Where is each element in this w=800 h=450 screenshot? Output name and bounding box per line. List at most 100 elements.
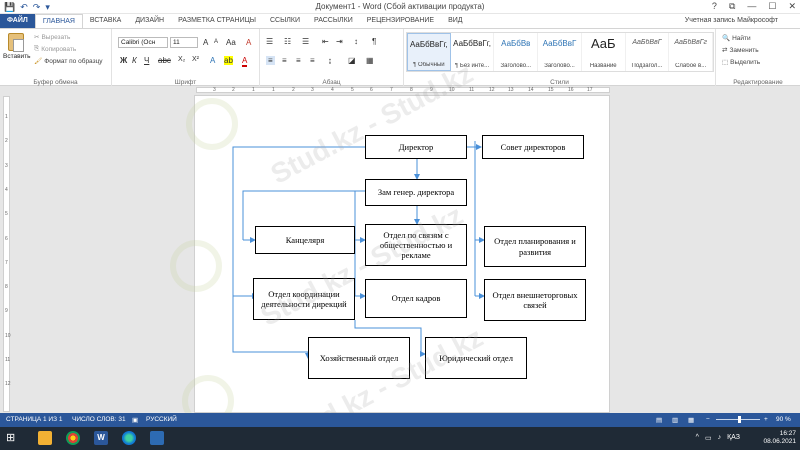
keyboard-language[interactable]: ҚАЗ (727, 434, 740, 442)
font-size-combo[interactable]: 11 (170, 37, 198, 48)
tab-design[interactable]: ДИЗАЙН (128, 14, 171, 28)
org-box-pr[interactable]: Отдел по связям с общественностью и рекл… (365, 224, 467, 266)
copy-button[interactable]: ⎘ Копировать (34, 45, 76, 53)
grow-font-icon[interactable]: A (203, 38, 208, 47)
tab-review[interactable]: РЕЦЕНЗИРОВАНИЕ (360, 14, 441, 28)
org-box-board[interactable]: Совет директоров (482, 135, 584, 159)
ribbon-display-button[interactable]: ⧉ (729, 1, 735, 12)
style-preview: АаБбВвГ (632, 39, 662, 46)
minimize-button[interactable]: — (747, 1, 756, 12)
word-icon[interactable]: W (94, 431, 108, 445)
style-subtle-emphasis[interactable]: АаБбВвГг Слабое в... (669, 33, 714, 71)
proofing-icon[interactable]: ▣ (132, 416, 138, 424)
tab-layout[interactable]: РАЗМЕТКА СТРАНИЦЫ (171, 14, 263, 28)
borders-icon[interactable]: ▦ (366, 56, 374, 65)
remote-desktop-icon[interactable] (150, 431, 164, 445)
network-icon[interactable]: ▭ (705, 434, 712, 442)
bullets-icon[interactable]: ☰ (266, 37, 273, 46)
highlight-icon[interactable]: ab (224, 56, 233, 65)
zoom-slider-thumb[interactable] (738, 416, 741, 423)
strikethrough-icon[interactable]: abc (158, 56, 171, 65)
clear-formatting-icon[interactable]: A (246, 38, 251, 47)
text-effects-icon[interactable]: A (210, 56, 215, 65)
tab-view[interactable]: ВИД (441, 14, 469, 28)
org-box-office[interactable]: Канцеляря (255, 226, 355, 254)
close-button[interactable]: ✕ (788, 1, 796, 12)
maximize-button[interactable]: ☐ (768, 1, 776, 12)
org-box-deputy[interactable]: Зам генер. директора (365, 179, 467, 206)
superscript-icon[interactable]: X² (192, 56, 199, 63)
tab-mailings[interactable]: РАССЫЛКИ (307, 14, 360, 28)
style-heading-2[interactable]: АаБбВвГ Заголово... (538, 33, 582, 71)
shading-icon[interactable]: ◪ (348, 56, 356, 65)
replace-button[interactable]: ⇄ Заменить (722, 46, 759, 55)
page-count[interactable]: СТРАНИЦА 1 ИЗ 1 (6, 416, 62, 423)
read-mode-icon[interactable]: ▤ (656, 416, 662, 424)
align-center-icon[interactable]: ≡ (282, 56, 287, 65)
windows-start-icon[interactable]: ⊞ (6, 431, 20, 445)
sort-icon[interactable]: ↕ (354, 37, 358, 46)
style-name: Заголово... (544, 63, 575, 69)
zoom-out-button[interactable]: − (706, 416, 710, 423)
tab-references[interactable]: ССЫЛКИ (263, 14, 307, 28)
web-layout-icon[interactable]: ▦ (688, 416, 694, 424)
ruler-tick-label: 3 (5, 163, 8, 169)
tab-insert[interactable]: ВСТАВКА (83, 14, 128, 28)
line-spacing-icon[interactable]: ↨ (328, 56, 332, 65)
horizontal-ruler[interactable]: 3 2 1 1 2 3 4 5 6 7 8 9 10 11 12 13 14 15 16 17 (196, 87, 610, 93)
zoom-in-button[interactable]: + (764, 416, 768, 423)
format-painter-button[interactable]: 🖌 Формат по образцу (34, 57, 103, 66)
org-box-coordination[interactable]: Отдел координации деятельности дирекций (253, 278, 355, 320)
font-color-icon[interactable]: A (242, 56, 248, 67)
font-name-combo[interactable]: Calibri (Осн (118, 37, 168, 48)
org-box-legal[interactable]: Юридический отдел (425, 337, 527, 379)
help-button[interactable]: ? (712, 1, 717, 12)
edge-icon[interactable] (122, 431, 136, 445)
word-count[interactable]: ЧИСЛО СЛОВ: 31 (72, 416, 126, 423)
account-link[interactable]: Учетная запись Майкрософт (685, 17, 778, 24)
select-button[interactable]: ⬚ Выделить (722, 58, 760, 67)
replace-icon: ⇄ (722, 47, 728, 54)
chrome-icon[interactable] (66, 431, 80, 445)
decrease-indent-icon[interactable]: ⇤ (322, 37, 329, 46)
find-button[interactable]: 🔍 Найти (722, 34, 751, 43)
style-normal[interactable]: АаБбВвГг, ¶ Обычный (407, 33, 451, 71)
zoom-level[interactable]: 90 % (776, 416, 791, 423)
justify-icon[interactable]: ≡ (310, 56, 315, 65)
change-case-icon[interactable]: Aa (226, 38, 236, 47)
document-page[interactable]: Директор Совет директоров Зам генер. дир… (194, 95, 610, 413)
org-box-household[interactable]: Хозяйственный отдел (308, 337, 410, 379)
multilevel-list-icon[interactable]: ☰ (302, 37, 309, 46)
bold-icon[interactable]: Ж (120, 56, 127, 65)
clock[interactable]: 16:27 08.06.2021 (763, 430, 796, 446)
tab-file[interactable]: ФАЙЛ (0, 14, 35, 28)
cut-button[interactable]: ✂ Вырезать (34, 33, 70, 42)
align-left-icon[interactable]: ≡ (266, 56, 275, 65)
style-title[interactable]: АаБ Название (582, 33, 626, 71)
increase-indent-icon[interactable]: ⇥ (336, 37, 343, 46)
select-icon: ⬚ (722, 59, 729, 66)
language-indicator[interactable]: РУССКИЙ (146, 416, 177, 423)
shrink-font-icon[interactable]: A (214, 39, 218, 45)
org-box-planning[interactable]: Отдел планирования и развития (484, 226, 586, 267)
style-no-spacing[interactable]: АаБбВвГг, ¶ Без инте... (451, 33, 495, 71)
vertical-ruler[interactable]: 1 2 3 4 5 6 7 8 9 10 11 12 (3, 96, 11, 412)
subscript-icon[interactable]: X₂ (178, 56, 185, 63)
style-name: ¶ Без инте... (455, 63, 490, 69)
paste-button[interactable]: Вставить (3, 33, 31, 60)
org-box-foreign[interactable]: Отдел внешнеторговых связей (484, 279, 586, 321)
volume-icon[interactable]: ♪ (718, 434, 722, 442)
chevron-up-icon[interactable]: ^ (696, 434, 699, 442)
italic-icon[interactable]: К (132, 56, 137, 65)
style-subtitle[interactable]: АаБбВвГ Подзагол... (626, 33, 670, 71)
numbering-icon[interactable]: ☷ (284, 37, 291, 46)
file-explorer-icon[interactable] (38, 431, 52, 445)
align-right-icon[interactable]: ≡ (296, 56, 301, 65)
print-layout-icon[interactable]: ▥ (672, 416, 678, 424)
style-heading-1[interactable]: АаБбВв Заголово... (494, 33, 539, 71)
pilcrow-icon[interactable]: ¶ (372, 37, 376, 46)
tab-home[interactable]: ГЛАВНАЯ (34, 14, 83, 28)
org-box-hr[interactable]: Отдел кадров (365, 279, 467, 318)
org-box-director[interactable]: Директор (365, 135, 467, 159)
underline-icon[interactable]: Ч (144, 56, 149, 65)
